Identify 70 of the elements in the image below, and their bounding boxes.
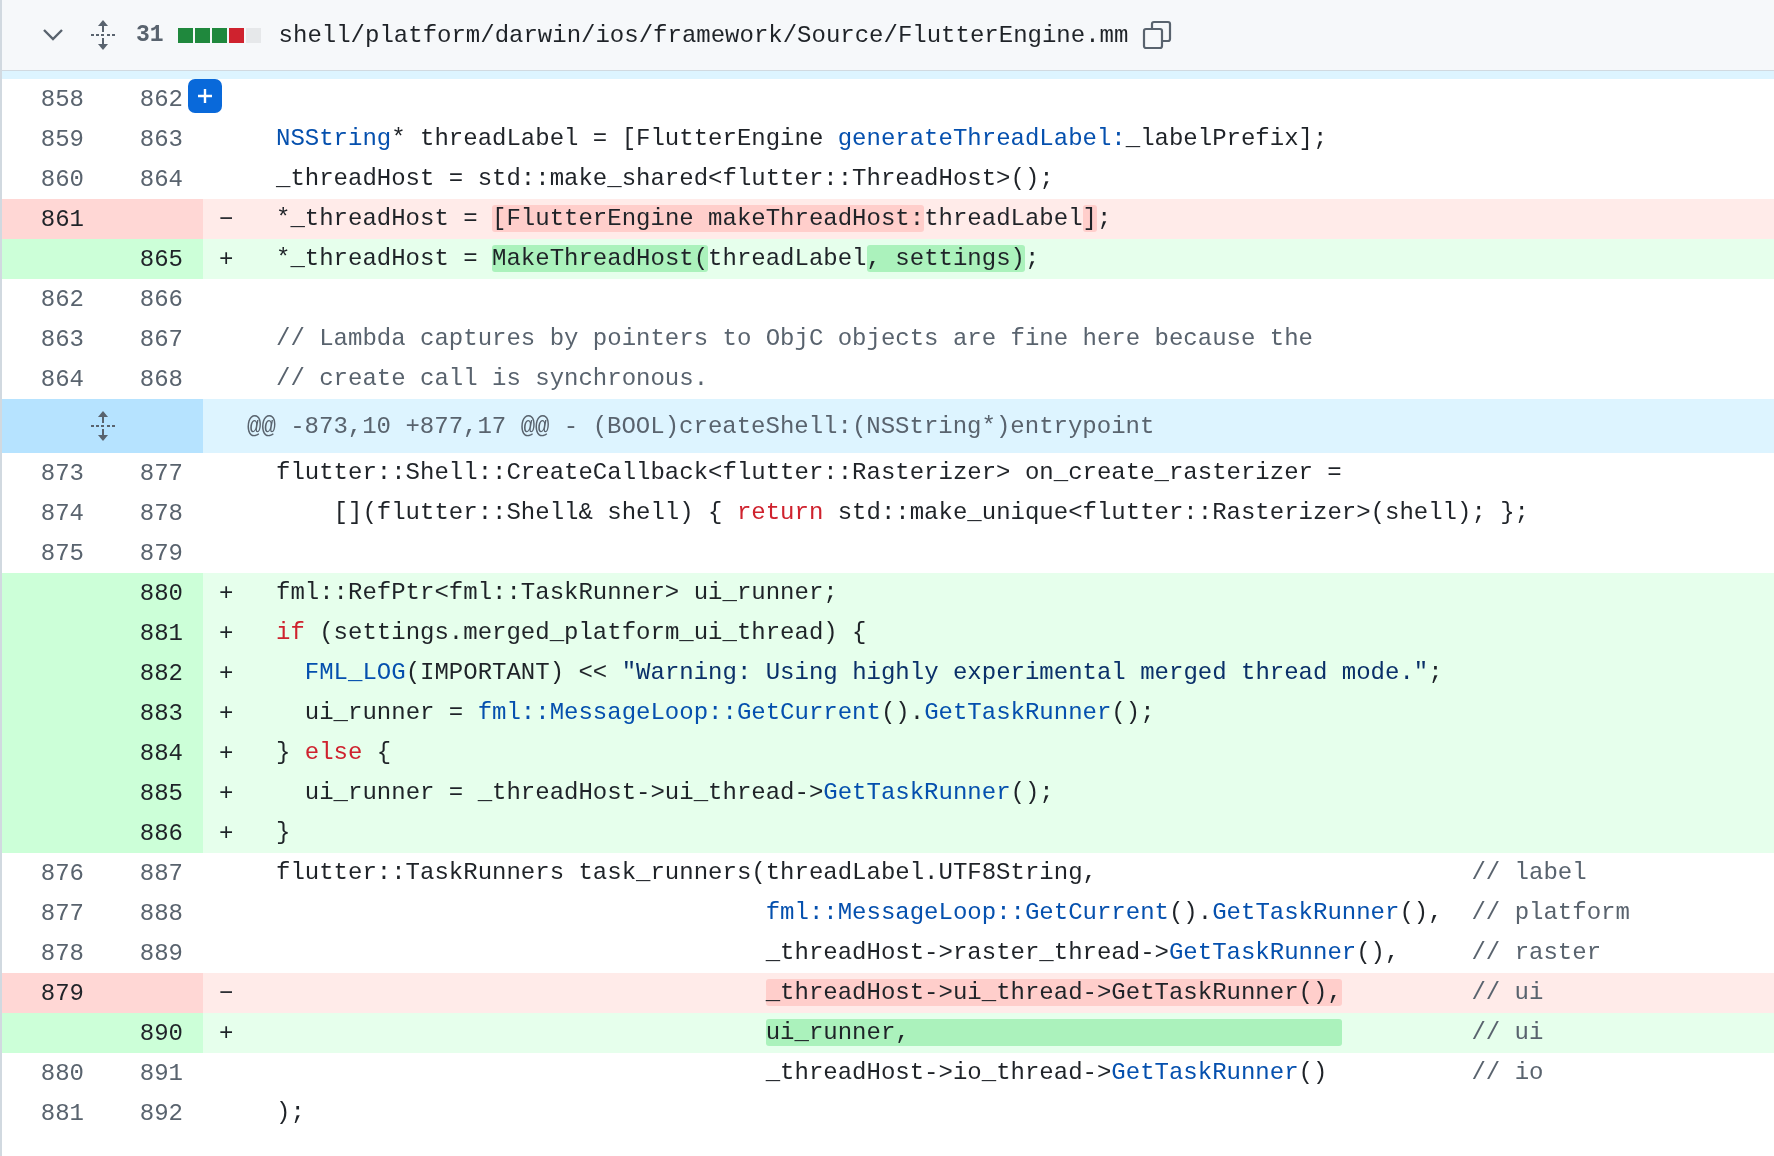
chevron-down-icon[interactable]	[42, 28, 64, 42]
line-number[interactable]: 880	[2, 1059, 84, 1087]
line-number[interactable]: 878	[2, 939, 84, 967]
line-number[interactable]: 879	[84, 539, 183, 567]
line-number[interactable]: 878	[84, 499, 183, 527]
line-number[interactable]: 867	[84, 325, 183, 353]
diff-marker: −	[219, 979, 234, 1007]
diff-marker: +	[219, 1019, 234, 1047]
code-line: );	[276, 1098, 305, 1128]
code-line: ui_runner = _threadHost->ui_thread->GetTaskRunner();	[303, 778, 1054, 808]
line-number[interactable]: 858	[2, 85, 84, 113]
line-number[interactable]: 877	[2, 899, 84, 927]
line-number[interactable]: 860	[2, 165, 84, 193]
code-line: flutter::TaskRunners task_runners(threadLabel.UTF8String, // label	[276, 858, 1587, 888]
diff-marker: +	[219, 245, 234, 273]
copy-icon[interactable]	[1142, 20, 1173, 50]
code-line: } else {	[276, 738, 392, 768]
code-line: if (settings.merged_platform_ui_thread) {	[276, 618, 867, 648]
expand-icon[interactable]	[89, 411, 116, 441]
change-count: 31	[136, 22, 164, 48]
code-line: }	[276, 818, 291, 848]
line-number[interactable]: 877	[84, 459, 183, 487]
line-number[interactable]: 873	[2, 459, 84, 487]
line-number[interactable]: 876	[2, 859, 84, 887]
code-line: ui_runner = fml::MessageLoop::GetCurrent().GetTaskRunner();	[303, 698, 1155, 728]
code-line: *_threadHost = MakeThreadHost(threadLabel, settings);	[276, 244, 1040, 274]
line-number[interactable]: 891	[84, 1059, 183, 1087]
line-number[interactable]: 888	[84, 899, 183, 927]
line-number[interactable]: 892	[84, 1099, 183, 1127]
expand-icon[interactable]	[90, 20, 116, 50]
line-number[interactable]: 863	[2, 325, 84, 353]
line-number[interactable]: 864	[84, 165, 183, 193]
code-line: [](flutter::Shell& shell) { return std::make_unique<flutter::Rasterizer>(shell); };	[332, 498, 1529, 528]
line-number[interactable]: 859	[2, 125, 84, 153]
file-path[interactable]: shell/platform/darwin/ios/framework/Source/FlutterEngine.mm	[278, 21, 1129, 49]
line-number[interactable]: 887	[84, 859, 183, 887]
line-number[interactable]: 881	[2, 1099, 84, 1127]
line-number[interactable]: 862	[2, 285, 84, 313]
diff-marker: +	[219, 659, 234, 687]
code-line: // create call is synchronous.	[276, 364, 709, 394]
line-number[interactable]: 862	[84, 85, 183, 113]
code-line: _threadHost->io_thread->GetTaskRunner() // io	[764, 1058, 1544, 1088]
code-line: fml::RefPtr<fml::TaskRunner> ui_runner;	[276, 578, 838, 608]
line-number[interactable]: 875	[2, 539, 84, 567]
diff-marker: +	[219, 779, 234, 807]
add-comment-button[interactable]	[188, 79, 222, 113]
code-line: _threadHost = std::make_shared<flutter::ThreadHost>();	[276, 164, 1054, 194]
diff-marker: +	[219, 739, 234, 767]
diff-marker: +	[219, 819, 234, 847]
code-line: *_threadHost = [FlutterEngine makeThreadHost:threadLabel];	[276, 204, 1112, 234]
plus-icon	[197, 88, 213, 104]
code-line: // Lambda captures by pointers to ObjC objects are fine here because the	[276, 324, 1313, 354]
line-number[interactable]: 864	[2, 365, 84, 393]
line-number[interactable]: 889	[84, 939, 183, 967]
code-line: NSString* threadLabel = [FlutterEngine generateThreadLabel:_labelPrefix];	[276, 124, 1328, 154]
code-line: FML_LOG(IMPORTANT) << "Warning: Using highly experimental merged thread mode.";	[303, 658, 1443, 688]
line-number[interactable]: 874	[2, 499, 84, 527]
line-number[interactable]: 863	[84, 125, 183, 153]
line-number[interactable]: 866	[84, 285, 183, 313]
code-line: _threadHost->raster_thread->GetTaskRunner(), // raster	[764, 938, 1602, 968]
code-line: ui_runner, // ui	[764, 1018, 1544, 1048]
code-line: _threadHost->ui_thread->GetTaskRunner(), // ui	[764, 978, 1544, 1008]
line-number[interactable]: 868	[84, 365, 183, 393]
code-line: flutter::Shell::CreateCallback<flutter::Rasterizer> on_create_rasterizer =	[276, 458, 1342, 488]
diff-marker: +	[219, 579, 234, 607]
code-line: fml::MessageLoop::GetCurrent().GetTaskRunner(), // platform	[764, 898, 1630, 928]
diff-marker: −	[219, 205, 234, 233]
diff-marker: +	[219, 699, 234, 727]
hunk-header: @@ -873,10 +877,17 @@ - (BOOL)createShell:(NSString*)entrypoint	[246, 412, 1155, 440]
diff-marker: +	[219, 619, 234, 647]
